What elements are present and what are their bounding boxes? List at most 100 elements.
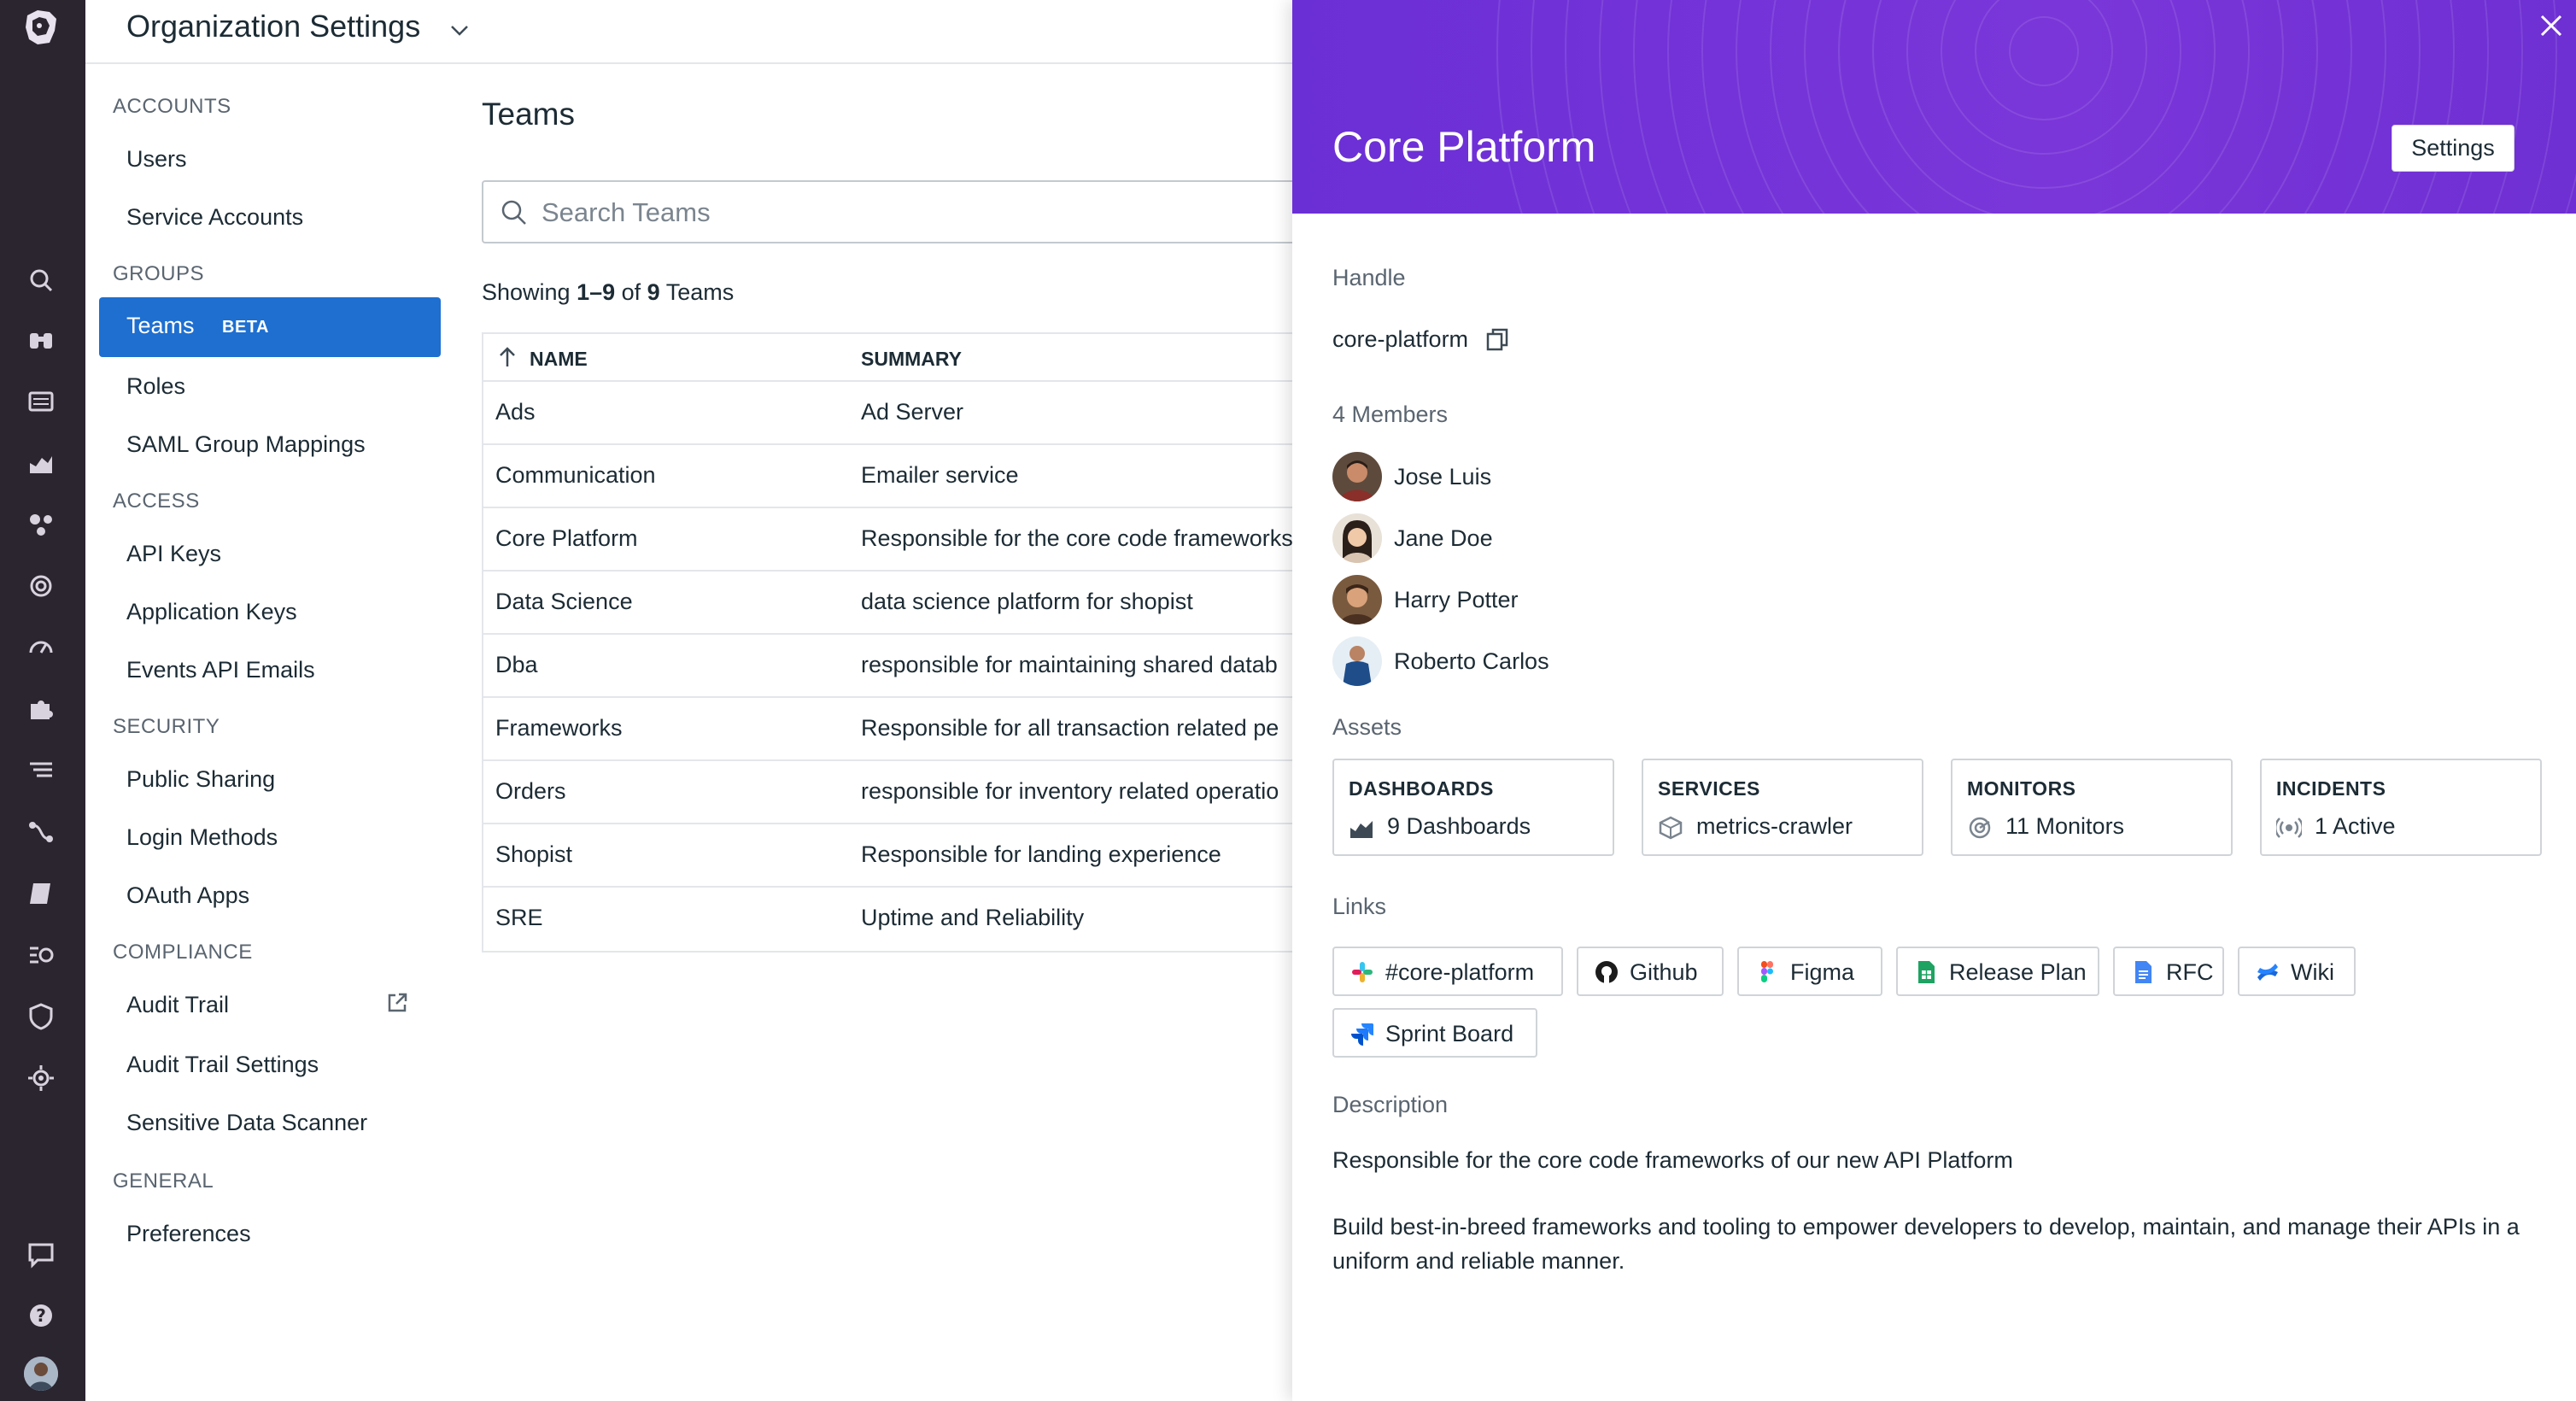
link-sprint-board[interactable]: Sprint Board [1332,1008,1537,1058]
link-figma[interactable]: Figma [1737,947,1882,996]
drawer-title: Core Platform [1332,123,1596,171]
nav-item-api-keys[interactable]: API Keys [126,541,221,567]
chevron-down-icon[interactable] [448,19,471,43]
table-row[interactable]: SRE Uptime and Reliability [483,888,1302,951]
metrics-icon[interactable] [26,448,56,478]
logs-icon[interactable] [26,755,56,786]
nav-item-application-keys[interactable]: Application Keys [126,599,297,625]
member-avatar [1332,513,1382,563]
svg-text:?: ? [36,1305,46,1326]
nav-item-audit-trail-settings[interactable]: Audit Trail Settings [126,1052,319,1078]
teams-heading: Teams [482,97,575,132]
nav-section-accounts: ACCOUNTS [113,95,231,118]
google-docs-icon [2135,961,2152,983]
nav-item-audit-trail[interactable]: Audit Trail [126,992,229,1018]
security-shield-icon[interactable] [26,1001,56,1032]
puzzle-icon[interactable] [26,694,56,724]
asset-card-dashboards[interactable]: DASHBOARDS 9 Dashboards [1332,759,1614,856]
nav-section-access: ACCESS [113,489,200,513]
team-name: Shopist [495,841,573,867]
nav-item-oauth-apps[interactable]: OAuth Apps [126,882,249,909]
search-icon[interactable] [26,265,56,296]
binoculars-icon[interactable] [26,325,56,355]
ux-monitoring-icon[interactable] [26,1063,56,1093]
link-slack[interactable]: #core-platform [1332,947,1563,996]
datadog-logo-icon[interactable] [19,5,63,50]
nav-item-preferences[interactable]: Preferences [126,1221,251,1247]
nav-item-teams[interactable]: Teams BETA [99,297,441,357]
link-github[interactable]: Github [1577,947,1724,996]
asset-card-title: SERVICES [1658,777,1760,800]
sort-arrow-up-icon[interactable] [495,344,519,370]
link-label: Wiki [2291,959,2334,985]
description-summary: Responsible for the core code frameworks… [1332,1147,2013,1173]
settings-button[interactable]: Settings [2392,125,2515,172]
user-avatar[interactable] [24,1357,58,1391]
member-name: Jane Doe [1394,525,1493,551]
nav-section-groups: GROUPS [113,262,205,285]
asset-card-incidents[interactable]: INCIDENTS 1 Active [2260,759,2542,856]
link-label: #core-platform [1385,959,1535,985]
monitors-icon[interactable] [26,571,56,601]
handle-value: core-platform [1332,326,1469,352]
team-detail-drawer: Core Platform Settings Handle core-platf… [1292,0,2576,1401]
nav-item-roles[interactable]: Roles [126,373,185,400]
app-rail: ? [0,0,85,1401]
close-icon[interactable] [2536,10,2567,41]
drawer-header: Core Platform Settings [1292,0,2576,214]
copy-icon[interactable] [1484,326,1510,354]
link-wiki[interactable]: Wiki [2238,947,2356,996]
network-icon[interactable] [26,817,56,847]
table-row[interactable]: Communication Emailer service [483,445,1302,508]
dashboards-icon[interactable] [26,386,56,417]
showing-suffix: Teams [659,279,735,305]
team-name: Dba [495,652,538,677]
asset-card-value: 9 Dashboards [1387,813,1531,839]
team-name: Orders [495,778,566,804]
search-teams-input[interactable] [542,194,1285,232]
table-row[interactable]: Dba responsible for maintaining shared da… [483,635,1302,698]
apm-icon[interactable] [26,632,56,663]
search-icon [501,200,526,225]
nav-item-saml-group-mappings[interactable]: SAML Group Mappings [126,431,366,458]
asset-card-title: INCIDENTS [2276,777,2386,800]
nav-item-login-methods[interactable]: Login Methods [126,824,278,851]
showing-mid: of [615,279,647,305]
table-row[interactable]: Core Platform Responsible for the core co… [483,508,1302,572]
table-row[interactable]: Shopist Responsible for landing experienc… [483,824,1302,888]
table-row[interactable]: Data Science data science platform for sh… [483,572,1302,635]
column-header-name[interactable]: NAME [530,348,588,371]
team-name: SRE [495,905,543,930]
asset-card-value: 11 Monitors [2005,813,2125,839]
table-row[interactable]: Ads Ad Server [483,382,1302,445]
chat-icon[interactable] [26,1239,56,1269]
google-sheets-icon [1918,961,1935,983]
external-link-icon[interactable] [384,990,410,1016]
service-icon [1659,816,1683,840]
nav-item-sensitive-data-scanner[interactable]: Sensitive Data Scanner [126,1110,367,1136]
help-icon[interactable]: ? [26,1300,56,1331]
integrations-icon[interactable] [26,509,56,540]
table-row[interactable]: Orders responsible for inventory related … [483,761,1302,824]
synthetics-icon[interactable] [26,940,56,970]
header-pattern [1496,0,2576,214]
team-summary: responsible for inventory related operat… [861,778,1279,804]
link-release-plan[interactable]: Release Plan [1896,947,2099,996]
notebook-icon[interactable] [26,878,56,909]
search-teams-box[interactable] [482,180,1302,243]
beta-badge: BETA [222,318,269,337]
showing-prefix: Showing [482,279,577,305]
link-label: Figma [1790,959,1855,985]
table-row[interactable]: Frameworks Responsible for all transactio… [483,698,1302,761]
nav-item-service-accounts[interactable]: Service Accounts [126,204,303,231]
asset-card-services[interactable]: SERVICES metrics-crawler [1642,759,1923,856]
link-rfc[interactable]: RFC [2113,947,2224,996]
team-summary: Uptime and Reliability [861,905,1085,930]
member-avatar [1332,452,1382,501]
asset-card-monitors[interactable]: MONITORS 11 Monitors [1951,759,2233,856]
nav-item-events-api-emails[interactable]: Events API Emails [126,657,315,683]
nav-item-public-sharing[interactable]: Public Sharing [126,766,275,793]
nav-item-users[interactable]: Users [126,146,187,173]
monitor-icon [1969,817,1991,839]
page-title[interactable]: Organization Settings [126,9,420,44]
